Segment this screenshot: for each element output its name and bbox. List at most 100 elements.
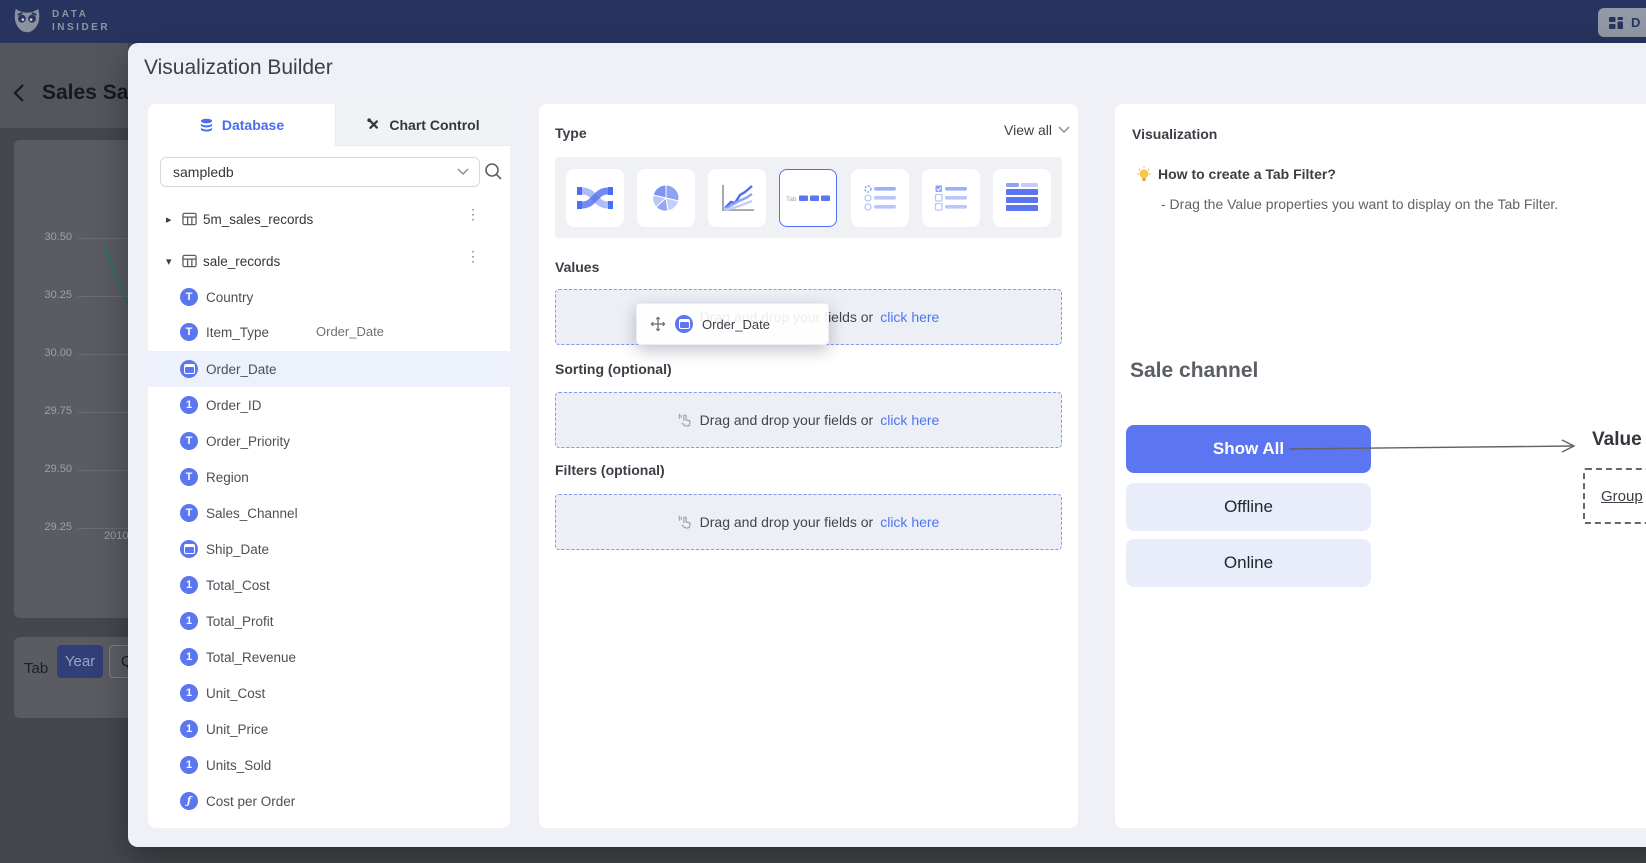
field-label: Total_Cost: [206, 578, 270, 593]
date-field-icon: [180, 360, 198, 378]
datasource-select[interactable]: sampledb: [160, 157, 480, 187]
tab-bar-label: Tab: [24, 660, 48, 677]
sorting-dropzone[interactable]: Drag and drop your fields or click here: [555, 392, 1062, 448]
number-field-icon: [180, 396, 198, 414]
chart-type-strip: Tab: [555, 157, 1062, 238]
function-field-icon: [180, 792, 198, 810]
expand-icon[interactable]: ▸: [166, 213, 176, 226]
y-axis-tick: 29.75: [28, 405, 72, 417]
database-panel: Database Chart Control sampledb: [148, 104, 510, 828]
field-label: Order_Priority: [206, 434, 290, 449]
drag-hand-icon: [678, 515, 693, 530]
dropzone-text: Drag and drop your fields or: [700, 514, 874, 530]
field-row-cost-per-order[interactable]: Cost per Order: [148, 783, 510, 819]
field-row-order-date[interactable]: Order_Date: [148, 351, 510, 387]
field-row-total-cost[interactable]: Total_Cost: [148, 567, 510, 603]
chart-type-table[interactable]: [993, 169, 1051, 227]
field-row-sales-channel[interactable]: Sales_Channel: [148, 495, 510, 531]
field-label: Order_ID: [206, 398, 262, 413]
drag-ghost-label: Order_Date: [316, 324, 384, 339]
number-field-icon: [180, 612, 198, 630]
field-row-units-sold[interactable]: Units_Sold: [148, 747, 510, 783]
dragged-field-chip[interactable]: Order_Date: [636, 303, 829, 345]
chart-type-pie[interactable]: [637, 169, 695, 227]
preview-chart-title: Sale channel: [1130, 359, 1258, 383]
table-list-icon: [1006, 183, 1038, 213]
radio-list-icon: [863, 184, 897, 212]
brand-logo: DATA INSIDER: [12, 6, 110, 36]
view-all-select[interactable]: View all: [1004, 122, 1070, 138]
y-axis-tick: 29.25: [28, 521, 72, 533]
field-row-ship-date[interactable]: Ship_Date: [148, 531, 510, 567]
gridline: [78, 412, 128, 413]
filters-label: Filters (optional): [555, 462, 665, 478]
collapse-icon[interactable]: ▾: [166, 255, 176, 268]
chart-type-sankey[interactable]: [566, 169, 624, 227]
table-row-sale-records[interactable]: ▾ sale_records ⋮: [148, 243, 510, 279]
tip-body: - Drag the Value properties you want to …: [1161, 196, 1558, 212]
text-field-icon: [180, 432, 198, 450]
field-row-country[interactable]: Country: [148, 279, 510, 315]
background-page: Sales Sa 30.50 30.25 30.00 29.75 29.50 2…: [0, 43, 128, 863]
move-icon: [650, 316, 666, 332]
field-row-total-profit[interactable]: Total_Profit: [148, 603, 510, 639]
chart-type-radio-list[interactable]: [851, 169, 909, 227]
gridline: [78, 354, 128, 355]
panel-tabs: Database Chart Control: [148, 104, 510, 146]
filters-dropzone[interactable]: Drag and drop your fields or click here: [555, 494, 1062, 550]
chevron-down-icon: [1058, 126, 1070, 134]
option-offline[interactable]: Offline: [1126, 483, 1371, 531]
field-label: Order_Date: [206, 362, 277, 377]
y-axis-tick: 30.00: [28, 347, 72, 359]
dropzone-text: Drag and drop your fields or: [700, 412, 874, 428]
click-here-link[interactable]: click here: [880, 514, 939, 530]
gridline: [78, 238, 128, 239]
brand-text: DATA INSIDER: [52, 8, 110, 34]
chip-label: Order_Date: [702, 317, 770, 332]
checkbox-list-icon: [934, 184, 968, 212]
field-row-total-revenue[interactable]: Total_Revenue: [148, 639, 510, 675]
tab-database[interactable]: Database: [148, 104, 335, 146]
text-field-icon: [180, 323, 198, 341]
option-online[interactable]: Online: [1126, 539, 1371, 587]
tools-icon: [366, 117, 381, 132]
field-label: Units_Sold: [206, 758, 271, 773]
background-page-header: Sales Sa: [0, 43, 128, 128]
number-field-icon: [180, 756, 198, 774]
chart-type-checkbox-list[interactable]: [922, 169, 980, 227]
field-row-unit-cost[interactable]: Unit_Cost: [148, 675, 510, 711]
screen: DATA INSIDER D Sales Sa: [0, 0, 1646, 863]
table-menu-button[interactable]: ⋮: [466, 251, 480, 271]
chart-type-tab-filter[interactable]: Tab: [779, 169, 837, 227]
table-menu-button[interactable]: ⋮: [466, 209, 480, 229]
dashboard-button[interactable]: D: [1598, 8, 1646, 37]
search-icon[interactable]: [484, 162, 503, 181]
tab-chart-control[interactable]: Chart Control: [335, 104, 510, 146]
visualization-panel: Visualization How to create a Tab Filter…: [1115, 104, 1646, 828]
field-row-region[interactable]: Region: [148, 459, 510, 495]
quarter-button: Qu: [109, 645, 128, 678]
number-field-icon: [180, 576, 198, 594]
click-here-link[interactable]: click here: [880, 309, 939, 325]
modal-title: Visualization Builder: [144, 56, 333, 80]
year-button: Year: [57, 645, 103, 678]
topbar: DATA INSIDER D: [0, 0, 1646, 43]
click-here-link[interactable]: click here: [880, 412, 939, 428]
field-label: Unit_Cost: [206, 686, 265, 701]
field-row-order-priority[interactable]: Order_Priority: [148, 423, 510, 459]
pie-chart-icon: [650, 182, 682, 214]
background-page-title: Sales Sa: [42, 81, 128, 105]
field-row-order-id[interactable]: Order_ID: [148, 387, 510, 423]
group-link[interactable]: Group: [1601, 488, 1643, 505]
table-row-5m-sales-records[interactable]: ▸ 5m_sales_records ⋮: [148, 201, 510, 237]
chart-type-line[interactable]: [708, 169, 766, 227]
date-field-icon: [180, 540, 198, 558]
field-label: Country: [206, 290, 253, 305]
field-row-unit-price[interactable]: Unit_Price: [148, 711, 510, 747]
owl-logo-icon: [12, 6, 42, 36]
number-field-icon: [180, 648, 198, 666]
date-field-icon: [675, 315, 693, 333]
svg-text:Tab: Tab: [786, 196, 797, 203]
text-field-icon: [180, 288, 198, 306]
sorting-label: Sorting (optional): [555, 361, 672, 377]
